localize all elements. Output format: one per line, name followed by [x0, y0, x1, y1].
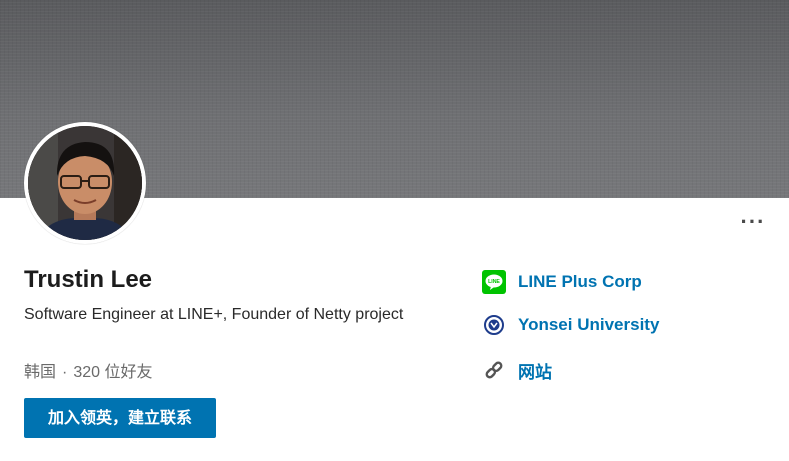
connect-button[interactable]: 加入领英，建立联系 — [24, 398, 216, 438]
sidebar-item-website[interactable]: 网站 — [482, 356, 552, 384]
link-icon — [482, 358, 506, 382]
sidebar-item-education[interactable]: Yonsei University — [482, 311, 659, 339]
profile-name: Trustin Lee — [24, 266, 153, 293]
university-seal-icon — [482, 313, 506, 337]
profile-location: 韩国 — [24, 364, 57, 381]
sidebar-item-label: LINE Plus Corp — [518, 272, 642, 291]
profile-meta: 韩国 · 320 位好友 — [24, 358, 153, 382]
svg-text:LINE: LINE — [488, 279, 500, 285]
line-logo-icon: LINE — [482, 270, 506, 294]
sidebar-item-company[interactable]: LINE LINE Plus Corp — [482, 268, 642, 296]
sidebar-item-label: Yonsei University — [518, 315, 660, 334]
profile-avatar[interactable] — [24, 122, 146, 244]
more-options-button[interactable]: ··· — [738, 210, 768, 234]
profile-photo-icon — [28, 126, 142, 240]
meta-separator: · — [62, 364, 68, 381]
profile-headline: Software Engineer at LINE+, Founder of N… — [24, 306, 404, 323]
sidebar-item-label: 网站 — [518, 362, 552, 382]
profile-connections[interactable]: 320 位好友 — [73, 364, 152, 381]
